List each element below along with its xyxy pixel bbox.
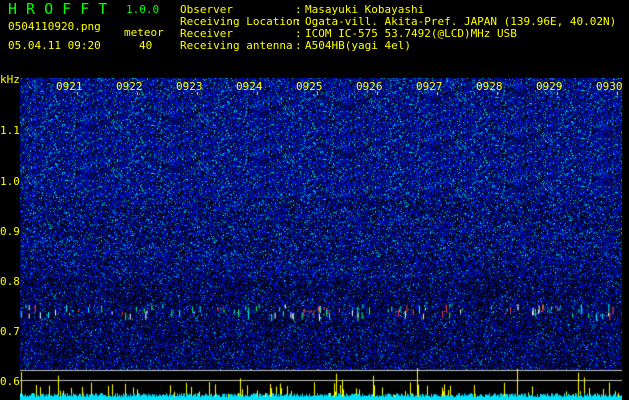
y-tick-label: 0.8: [0, 275, 20, 288]
meteor-count: 40: [139, 39, 153, 52]
meteor-label: meteor: [124, 26, 164, 39]
spectrogram: [20, 78, 622, 400]
y-tick-label: 1.1: [0, 124, 20, 137]
info-location-label: Receiving Location: [180, 15, 300, 28]
y-unit-label: kHz: [0, 73, 20, 86]
time-label: 0927: [416, 80, 443, 93]
info-antenna-label: Receiving antenna: [180, 39, 293, 52]
info-receiver-value: ICOM IC-575 53.7492(@LCD)MHz USB: [305, 27, 517, 40]
datetime: 05.04.11 09:20: [8, 39, 101, 52]
time-label: 0930: [596, 80, 623, 93]
colon: :: [295, 3, 302, 16]
time-label: 0928: [476, 80, 503, 93]
colon: :: [295, 15, 302, 28]
time-label: 0926: [356, 80, 383, 93]
info-observer-value: Masayuki Kobayashi: [305, 3, 425, 16]
info-receiver-label: Receiver: [180, 27, 233, 40]
time-label: 0924: [236, 80, 263, 93]
info-observer-label: Observer: [180, 3, 233, 16]
y-tick-label: 0.9: [0, 225, 20, 238]
app-title: H R O F F T: [8, 0, 108, 18]
time-label: 0929: [536, 80, 563, 93]
info-location-value: Ogata-vill. Akita-Pref. JAPAN (139.96E, …: [305, 15, 617, 28]
y-tick-label: 1.0: [0, 175, 20, 188]
colon: :: [295, 39, 302, 52]
time-label: 0925: [296, 80, 323, 93]
version: 1.0.0: [126, 3, 160, 16]
filename: 0504110920.png: [8, 20, 101, 33]
colon: :: [295, 27, 302, 40]
time-label: 0922: [116, 80, 143, 93]
time-label: 0921: [56, 80, 83, 93]
time-label: 0923: [176, 80, 203, 93]
info-antenna-value: A504HB(yagi 4el): [305, 39, 411, 52]
y-tick-label: 0.6: [0, 375, 20, 388]
y-tick-label: 0.7: [0, 325, 20, 338]
